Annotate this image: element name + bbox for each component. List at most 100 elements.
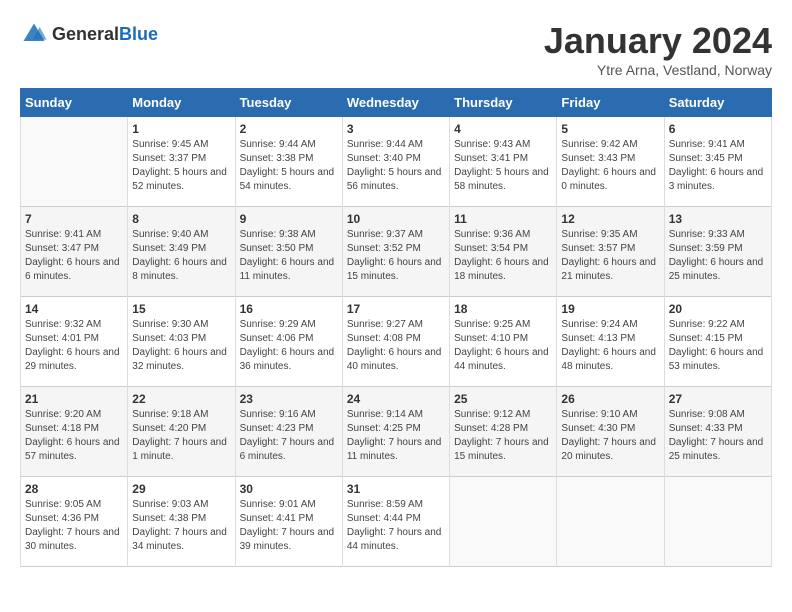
daylight-text: Daylight: 7 hours and 34 minutes. <box>132 527 227 552</box>
sunrise-text: Sunrise: 9:12 AM <box>454 409 530 420</box>
day-number: 26 <box>561 392 659 406</box>
week-row-1: 1Sunrise: 9:45 AMSunset: 3:37 PMDaylight… <box>21 117 772 207</box>
cell-content: Sunrise: 9:22 AMSunset: 4:15 PMDaylight:… <box>669 318 767 374</box>
daylight-text: Daylight: 7 hours and 44 minutes. <box>347 527 442 552</box>
day-number: 11 <box>454 212 552 226</box>
sunset-text: Sunset: 3:52 PM <box>347 243 421 254</box>
sunrise-text: Sunrise: 9:41 AM <box>669 139 745 150</box>
daylight-text: Daylight: 6 hours and 0 minutes. <box>561 167 656 192</box>
sunrise-text: Sunrise: 9:43 AM <box>454 139 530 150</box>
col-wednesday: Wednesday <box>342 89 449 117</box>
daylight-text: Daylight: 6 hours and 48 minutes. <box>561 347 656 372</box>
logo-text: GeneralBlue <box>52 24 158 45</box>
day-number: 9 <box>240 212 338 226</box>
sunrise-text: Sunrise: 9:40 AM <box>132 229 208 240</box>
daylight-text: Daylight: 5 hours and 54 minutes. <box>240 167 335 192</box>
sunrise-text: Sunrise: 9:41 AM <box>25 229 101 240</box>
cell-3-7: 20Sunrise: 9:22 AMSunset: 4:15 PMDayligh… <box>664 297 771 387</box>
cell-4-2: 22Sunrise: 9:18 AMSunset: 4:20 PMDayligh… <box>128 387 235 477</box>
logo-general: General <box>52 24 119 44</box>
cell-4-3: 23 Sunrise: 9:16 AMSunset: 4:23 PMDayligh… <box>235 387 342 477</box>
sunrise-text: Sunrise: 9:01 AM <box>240 499 316 510</box>
cell-content: Sunrise: 9:44 AMSunset: 3:40 PMDaylight:… <box>347 138 445 194</box>
cell-3-6: 19Sunrise: 9:24 AMSunset: 4:13 PMDayligh… <box>557 297 664 387</box>
day-number: 31 <box>347 482 445 496</box>
day-number: 21 <box>25 392 123 406</box>
logo-icon <box>20 20 48 48</box>
sunset-text: Sunset: 4:44 PM <box>347 513 421 524</box>
daylight-text: Daylight: 7 hours and 20 minutes. <box>561 437 656 462</box>
sunrise-text: Sunrise: 9:30 AM <box>132 319 208 330</box>
sunset-text: Sunset: 3:43 PM <box>561 153 635 164</box>
title-block: January 2024 Ytre Arna, Vestland, Norway <box>544 20 772 78</box>
sunset-text: Sunset: 3:59 PM <box>669 243 743 254</box>
sunset-text: Sunset: 4:20 PM <box>132 423 206 434</box>
page-header: GeneralBlue January 2024 Ytre Arna, Vest… <box>20 20 772 78</box>
sunset-text: Sunset: 4:25 PM <box>347 423 421 434</box>
sunset-text: Sunset: 4:18 PM <box>25 423 99 434</box>
day-number: 8 <box>132 212 230 226</box>
day-number: 28 <box>25 482 123 496</box>
cell-content: Sunrise: 9:18 AMSunset: 4:20 PMDaylight:… <box>132 408 230 464</box>
sunrise-text: Sunrise: 8:59 AM <box>347 499 423 510</box>
daylight-text: Daylight: 6 hours and 15 minutes. <box>347 257 442 282</box>
cell-4-7: 27Sunrise: 9:08 AMSunset: 4:33 PMDayligh… <box>664 387 771 477</box>
cell-content: Sunrise: 9:41 AMSunset: 3:45 PMDaylight:… <box>669 138 767 194</box>
daylight-text: Daylight: 6 hours and 32 minutes. <box>132 347 227 372</box>
cell-3-4: 17Sunrise: 9:27 AMSunset: 4:08 PMDayligh… <box>342 297 449 387</box>
sunrise-text: Sunrise: 9:44 AM <box>240 139 316 150</box>
sunset-text: Sunset: 4:13 PM <box>561 333 635 344</box>
day-number: 23 <box>240 392 338 406</box>
cell-2-6: 12Sunrise: 9:35 AMSunset: 3:57 PMDayligh… <box>557 207 664 297</box>
cell-3-1: 14Sunrise: 9:32 AMSunset: 4:01 PMDayligh… <box>21 297 128 387</box>
sunrise-text: Sunrise: 9:36 AM <box>454 229 530 240</box>
sunrise-text: Sunrise: 9:14 AM <box>347 409 423 420</box>
cell-5-5 <box>450 477 557 567</box>
cell-content: Sunrise: 9:08 AMSunset: 4:33 PMDaylight:… <box>669 408 767 464</box>
cell-content: Sunrise: 9:10 AMSunset: 4:30 PMDaylight:… <box>561 408 659 464</box>
sunset-text: Sunset: 3:40 PM <box>347 153 421 164</box>
sunrise-text: Sunrise: 9:25 AM <box>454 319 530 330</box>
col-monday: Monday <box>128 89 235 117</box>
cell-1-2: 1Sunrise: 9:45 AMSunset: 3:37 PMDaylight… <box>128 117 235 207</box>
sunset-text: Sunset: 4:10 PM <box>454 333 528 344</box>
cell-content: Sunrise: 9:35 AMSunset: 3:57 PMDaylight:… <box>561 228 659 284</box>
cell-5-4: 31 Sunrise: 8:59 AM Sunset: 4:44 PM Dayligh… <box>342 477 449 567</box>
daylight-text: Daylight: 6 hours and 3 minutes. <box>669 167 764 192</box>
sunset-text: Sunset: 3:38 PM <box>240 153 314 164</box>
day-number: 2 <box>240 122 338 136</box>
sunrise-text: Sunrise: 9:42 AM <box>561 139 637 150</box>
cell-4-6: 26 Sunrise: 9:10 AMSunset: 4:30 PMDayligh… <box>557 387 664 477</box>
sunrise-text: Sunrise: 9:27 AM <box>347 319 423 330</box>
cell-1-6: 5Sunrise: 9:42 AMSunset: 3:43 PMDaylight… <box>557 117 664 207</box>
sunset-text: Sunset: 4:28 PM <box>454 423 528 434</box>
cell-content: Sunrise: 9:43 AMSunset: 3:41 PMDaylight:… <box>454 138 552 194</box>
cell-5-2: 29Sunrise: 9:03 AMSunset: 4:38 PMDayligh… <box>128 477 235 567</box>
calendar-table: Sunday Monday Tuesday Wednesday Thursday… <box>20 88 772 567</box>
cell-2-1: 7Sunrise: 9:41 AMSunset: 3:47 PMDaylight… <box>21 207 128 297</box>
header-row: Sunday Monday Tuesday Wednesday Thursday… <box>21 89 772 117</box>
daylight-text: Daylight: 6 hours and 40 minutes. <box>347 347 442 372</box>
sunset-text: Sunset: 3:57 PM <box>561 243 635 254</box>
sunset-text: Sunset: 4:41 PM <box>240 513 314 524</box>
day-number: 13 <box>669 212 767 226</box>
sunset-text: Sunset: 3:54 PM <box>454 243 528 254</box>
daylight-text: Daylight: 7 hours and 11 minutes. <box>347 437 442 462</box>
week-row-5: 28Sunrise: 9:05 AMSunset: 4:36 PMDayligh… <box>21 477 772 567</box>
sunset-text: Sunset: 4:01 PM <box>25 333 99 344</box>
col-friday: Friday <box>557 89 664 117</box>
cell-4-5: 25Sunrise: 9:12 AMSunset: 4:28 PMDayligh… <box>450 387 557 477</box>
daylight-text: Daylight: 6 hours and 18 minutes. <box>454 257 549 282</box>
calendar-body: 1Sunrise: 9:45 AMSunset: 3:37 PMDaylight… <box>21 117 772 567</box>
cell-5-3: 30Sunrise: 9:01 AMSunset: 4:41 PMDayligh… <box>235 477 342 567</box>
cell-content: Sunrise: 9:38 AMSunset: 3:50 PMDaylight:… <box>240 228 338 284</box>
day-number: 1 <box>132 122 230 136</box>
daylight-text: Daylight: 6 hours and 8 minutes. <box>132 257 227 282</box>
day-number: 6 <box>669 122 767 136</box>
day-number: 17 <box>347 302 445 316</box>
day-number: 4 <box>454 122 552 136</box>
sunrise-text: Sunrise: 9:33 AM <box>669 229 745 240</box>
sunrise-text: Sunrise: 9:35 AM <box>561 229 637 240</box>
cell-content: Sunrise: 9:44 AM Sunset: 3:38 PM Daylight:… <box>240 138 338 194</box>
cell-content: Sunrise: 9:16 AMSunset: 4:23 PMDaylight:… <box>240 408 338 464</box>
